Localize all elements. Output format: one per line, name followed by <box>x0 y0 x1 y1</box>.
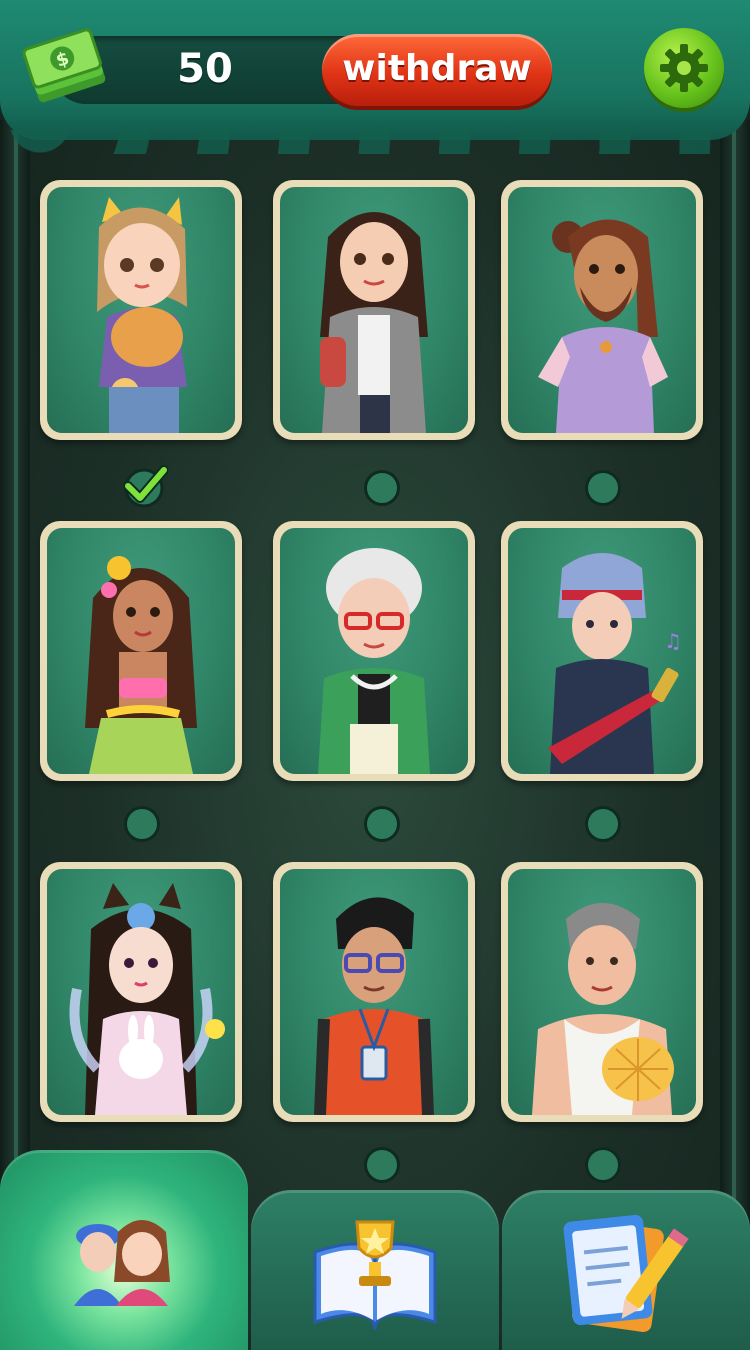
settings-button[interactable] <box>644 28 724 108</box>
right-frame <box>720 120 750 1334</box>
character-card-grandma[interactable] <box>273 521 475 781</box>
character-card-bearded-man[interactable] <box>501 180 703 440</box>
character-card-student-boy[interactable] <box>273 862 475 1122</box>
notepad-pencil-icon <box>563 1214 689 1333</box>
character-card-old-man-fan[interactable] <box>501 862 703 1122</box>
rocker-avatar: ♫ <box>548 553 682 774</box>
character-card-cat-girl[interactable] <box>40 180 242 440</box>
select-radio-office-woman[interactable] <box>364 470 400 506</box>
select-radio-student-boy[interactable] <box>364 1147 400 1183</box>
select-radio-bearded-man[interactable] <box>585 470 621 506</box>
select-radio-hula-girl[interactable] <box>124 806 160 842</box>
student-boy-avatar <box>314 897 434 1115</box>
select-radio-rocker[interactable] <box>585 806 621 842</box>
trophy-book-icon <box>313 1220 437 1331</box>
grandma-avatar <box>318 548 430 774</box>
character-card-office-woman[interactable] <box>273 180 475 440</box>
tab-tasks[interactable] <box>502 1190 750 1350</box>
tab-characters[interactable] <box>0 1150 248 1350</box>
svg-text:♫: ♫ <box>664 629 682 653</box>
character-card-hula-girl[interactable] <box>40 521 242 781</box>
withdraw-button[interactable]: withdraw <box>322 34 552 106</box>
bunny-princess-avatar <box>69 883 225 1115</box>
balance-value: 50 <box>177 46 233 92</box>
selected-check-icon[interactable] <box>120 464 168 508</box>
cat-girl-avatar <box>97 197 187 433</box>
character-card-bunny-princess[interactable] <box>40 862 242 1122</box>
gear-icon <box>660 44 708 92</box>
select-radio-old-man-fan[interactable] <box>585 1147 621 1183</box>
office-woman-avatar <box>320 212 428 433</box>
cash-icon: $ <box>22 28 106 103</box>
hula-girl-avatar <box>85 556 197 774</box>
select-radio-grandma[interactable] <box>364 806 400 842</box>
bearded-man-avatar <box>538 219 668 433</box>
people-icon <box>74 1220 170 1306</box>
old-man-fan-avatar <box>532 903 674 1115</box>
character-card-rocker[interactable]: ♫ <box>501 521 703 781</box>
tab-achievements[interactable] <box>251 1190 499 1350</box>
